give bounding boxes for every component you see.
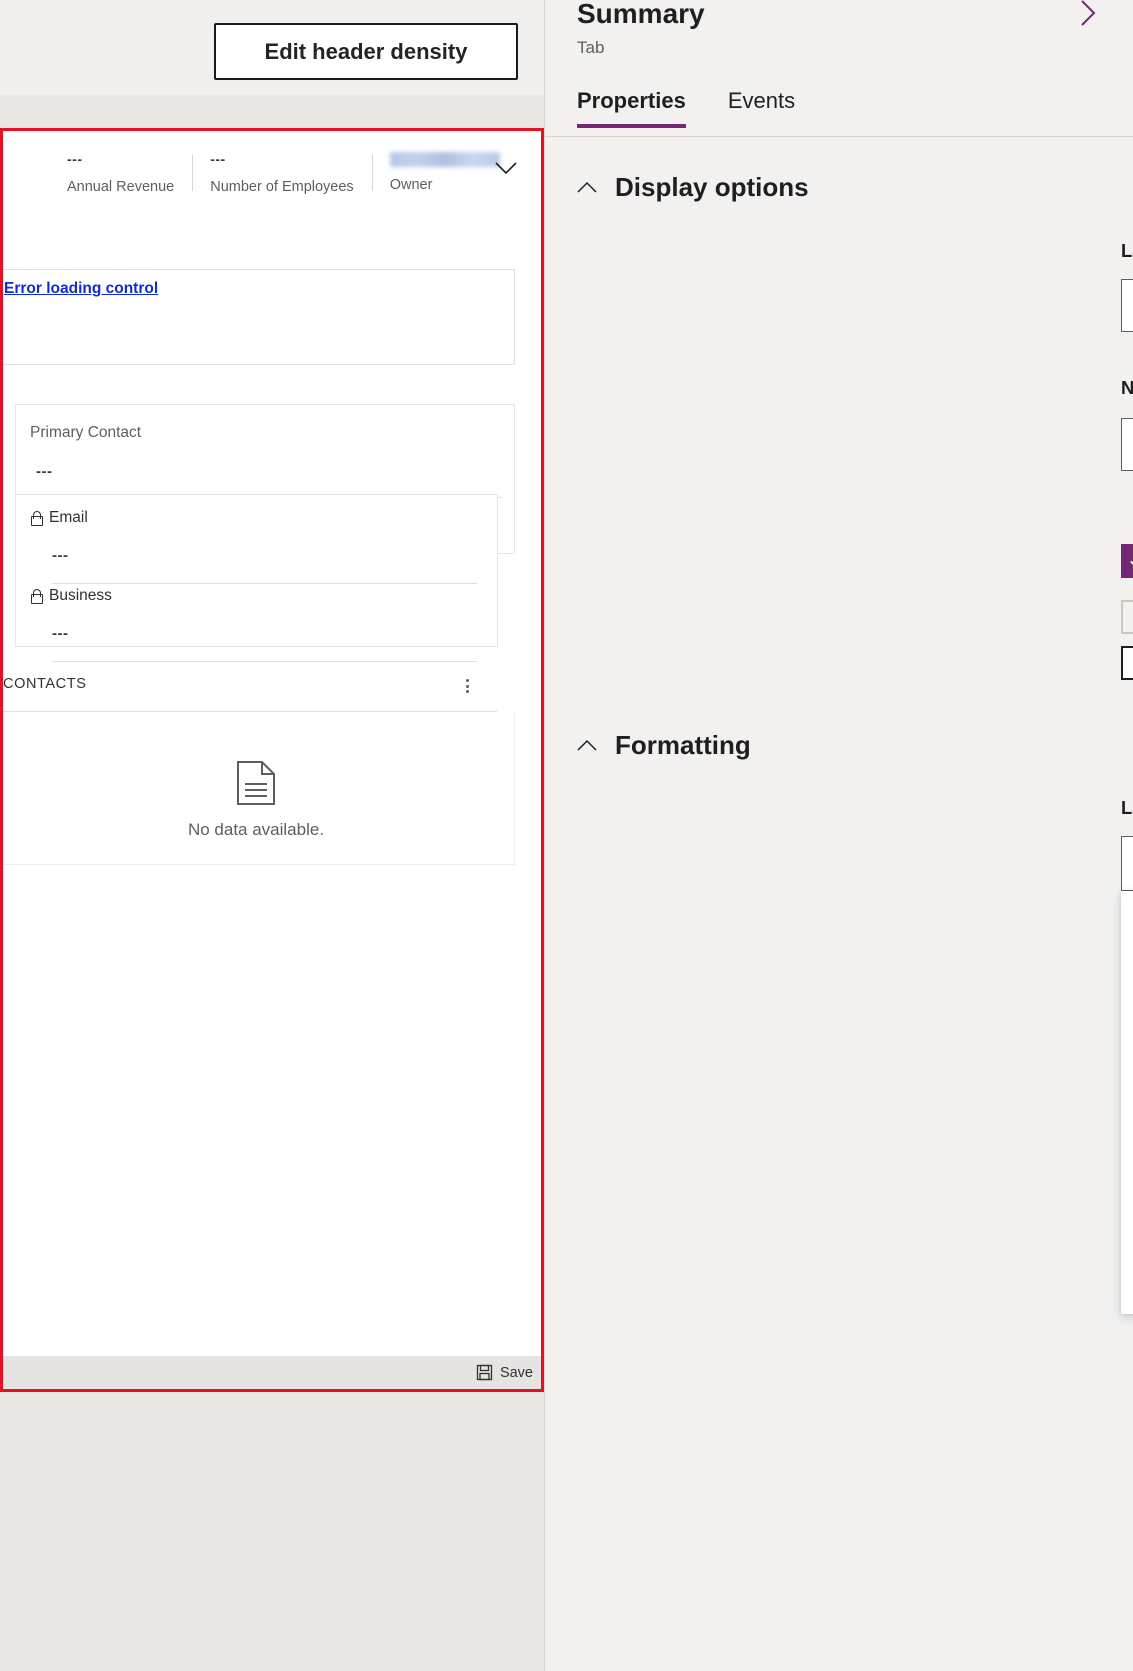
more-vertical-icon[interactable] xyxy=(457,674,477,698)
field-label-text: Email xyxy=(49,509,88,526)
section-title: Formatting xyxy=(615,730,751,760)
empty-state-text: No data available. xyxy=(187,820,325,839)
name-input[interactable] xyxy=(1121,418,1133,471)
section-header-display-options[interactable]: Display options xyxy=(575,172,809,203)
header-field-separator xyxy=(371,155,373,191)
email-field-value: --- xyxy=(52,547,69,564)
business-field-value: --- xyxy=(52,625,69,642)
label-input[interactable] xyxy=(1121,279,1133,332)
label-field-caption-text: Label xyxy=(1121,240,1133,261)
business-field-label: Business xyxy=(30,587,112,605)
primary-contact-value[interactable]: --- xyxy=(36,463,53,480)
tab-events[interactable]: Events xyxy=(728,88,795,128)
chevron-down-icon[interactable] xyxy=(493,155,519,181)
header-field-value: --- xyxy=(67,151,83,167)
error-loading-control-link[interactable]: Error loading control xyxy=(4,280,158,298)
header-field-number-of-employees[interactable]: --- Number of Employees xyxy=(192,151,371,195)
lock-icon xyxy=(30,511,43,526)
section-title: Display options xyxy=(615,172,809,202)
chevron-up-icon[interactable] xyxy=(575,176,599,200)
tab-properties[interactable]: Properties xyxy=(577,88,686,128)
form-footer: Save xyxy=(3,1356,541,1389)
chevron-right-icon[interactable] xyxy=(1073,0,1101,30)
chevron-up-icon[interactable] xyxy=(575,734,599,758)
header-field-annual-revenue[interactable]: --- Annual Revenue xyxy=(67,151,192,195)
document-icon xyxy=(237,761,275,805)
contacts-subgrid-title: CONTACTS xyxy=(3,676,87,692)
owner-redacted-value xyxy=(389,152,500,167)
form-designer-canvas-area: Edit header density --- Annual Revenue -… xyxy=(0,0,544,1671)
field-underline xyxy=(52,661,477,662)
layout-dropdown-combobox[interactable] xyxy=(1121,836,1133,891)
contacts-subgrid-body: No data available. xyxy=(3,712,515,865)
checkbox-box[interactable] xyxy=(1121,599,1133,634)
header-field-value: --- xyxy=(210,151,226,167)
layout-field-caption-text: Layout xyxy=(1121,797,1133,818)
designer-toolbar: Edit header density xyxy=(0,0,544,95)
save-icon[interactable] xyxy=(476,1364,493,1381)
panel-tabs: Properties Events xyxy=(545,88,1133,134)
error-control-container: Error loading control xyxy=(3,269,515,365)
checkbox-box[interactable] xyxy=(1121,646,1133,680)
header-field-separator xyxy=(192,155,194,191)
checkbox-hide-on-phone[interactable]: Hide on phone i xyxy=(1121,576,1133,657)
checkbox-box[interactable] xyxy=(1121,544,1133,578)
panel-subtitle: Tab xyxy=(577,38,605,57)
header-field-label: Annual Revenue xyxy=(67,179,175,195)
primary-contact-label: Primary Contact xyxy=(30,424,142,441)
canvas-background-fill xyxy=(0,1392,544,1671)
app-root: Edit header density --- Annual Revenue -… xyxy=(0,0,1133,1671)
selected-tab-outline: --- Annual Revenue --- Number of Employe… xyxy=(0,128,544,1392)
locked-fields-section: Email --- Business --- xyxy=(15,494,498,662)
header-field-label: Owner xyxy=(389,177,433,193)
label-field-caption: Label * xyxy=(1121,240,1133,262)
form-preview: --- Annual Revenue --- Number of Employe… xyxy=(3,131,541,1389)
empty-state: No data available. xyxy=(3,760,516,840)
edit-header-density-button[interactable]: Edit header density xyxy=(214,23,518,80)
toolbar-gap-band xyxy=(0,95,544,128)
panel-tabs-divider xyxy=(545,136,1133,137)
email-field-label: Email xyxy=(30,509,88,527)
section-header-formatting[interactable]: Formatting xyxy=(575,730,751,761)
save-button-label[interactable]: Save xyxy=(500,1365,533,1381)
contacts-subgrid-header: CONTACTS xyxy=(3,668,497,706)
field-underline xyxy=(52,583,477,584)
checkbox-hide[interactable]: Hide i xyxy=(1121,646,1133,680)
panel-title: Summary xyxy=(577,0,705,29)
field-label-text: Business xyxy=(49,587,112,604)
layout-field-caption: Layout xyxy=(1121,797,1133,819)
name-field-caption-text: Name xyxy=(1121,377,1133,398)
form-header-fields: --- Annual Revenue --- Number of Employe… xyxy=(3,151,541,226)
properties-panel: Summary Tab Properties Events Display op… xyxy=(544,0,1133,1671)
name-field-caption: Name * i xyxy=(1121,377,1133,399)
layout-options-flyout: 1 column 2 columns 3 columns xyxy=(1121,891,1133,1314)
header-field-label: Number of Employees xyxy=(210,179,354,195)
lock-icon xyxy=(30,589,43,604)
checkmark-icon xyxy=(1130,560,1133,565)
